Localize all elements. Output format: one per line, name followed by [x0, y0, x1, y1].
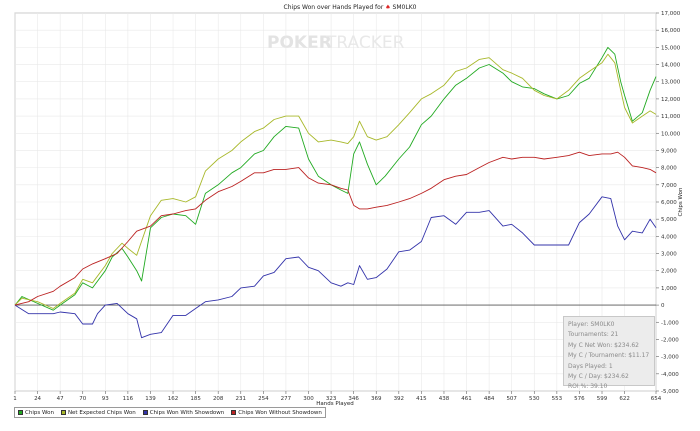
- legend-swatch: [142, 410, 148, 415]
- chart-legend: Chips Won Net Expected Chips Won Chips W…: [14, 407, 326, 418]
- y-tick-label: 3,000: [661, 252, 677, 258]
- stats-tournaments: Tournaments: 21: [568, 331, 619, 339]
- x-tick-label: 277: [281, 396, 292, 402]
- y-tick-label: 13,000: [661, 80, 681, 86]
- x-tick-label: 507: [506, 396, 517, 402]
- y-tick-label: 14,000: [661, 63, 681, 69]
- x-tick-label: 47: [57, 396, 64, 402]
- y-tick-label: -1,000: [661, 320, 679, 326]
- x-tick-label: 654: [651, 396, 662, 402]
- watermark-poker: POKER: [267, 33, 332, 53]
- legend-label: Chips Won Without Showdown: [238, 409, 322, 416]
- x-tick-label: 484: [484, 396, 495, 402]
- y-tick-label: 0: [661, 303, 665, 309]
- y-tick-label: -5,000: [661, 389, 679, 395]
- stats-box: Player: SM0LK0 Tournaments: 21 My C Net …: [563, 316, 655, 390]
- y-tick-label: 6,000: [661, 200, 677, 206]
- legend-label: Chips Won: [25, 409, 54, 416]
- x-tick-label: 208: [213, 396, 224, 402]
- legend-item-net-expected[interactable]: Net Expected Chips Won: [60, 409, 136, 416]
- y-tick-label: -2,000: [661, 337, 679, 343]
- legend-swatch: [231, 410, 237, 415]
- y-tick-label: 11,000: [661, 114, 681, 120]
- x-tick-label: 300: [303, 396, 314, 402]
- y-tick-label: 12,000: [661, 97, 681, 103]
- x-tick-label: 622: [619, 396, 630, 402]
- stats-per-tournament: My C / Tournament: $11.17: [568, 352, 650, 360]
- y-tick-label: 4,000: [661, 234, 677, 240]
- x-tick-label: 553: [552, 396, 563, 402]
- x-tick-label: 185: [190, 396, 201, 402]
- stats-days-played: Days Played: 1: [568, 362, 613, 370]
- y-tick-label: -3,000: [661, 355, 679, 361]
- x-tick-label: 93: [102, 396, 109, 402]
- y-tick-label: 7,000: [661, 183, 677, 189]
- x-tick-label: 576: [574, 396, 585, 402]
- legend-label: Net Expected Chips Won: [67, 409, 136, 416]
- x-tick-label: 369: [371, 396, 382, 402]
- x-tick-label: 231: [236, 396, 247, 402]
- y-tick-label: 17,000: [661, 11, 681, 17]
- x-tick-label: 116: [123, 396, 134, 402]
- legend-swatch: [18, 410, 23, 415]
- x-tick-label: 162: [168, 396, 179, 402]
- x-tick-label: 392: [394, 396, 405, 402]
- x-tick-label: 599: [597, 396, 608, 402]
- x-tick-label: 24: [34, 396, 41, 402]
- y-tick-label: 16,000: [661, 28, 681, 34]
- stats-net-won: My C Net Won: $234.62: [568, 341, 639, 349]
- y-tick-label: -4,000: [661, 372, 679, 378]
- legend-swatch: [60, 410, 66, 415]
- y-tick-label: 1,000: [661, 286, 677, 292]
- x-tick-label: 254: [258, 396, 269, 402]
- stats-player: Player: SM0LK0: [568, 321, 615, 328]
- y-tick-label: 8,000: [661, 166, 677, 172]
- y-tick-label: 2,000: [661, 269, 677, 275]
- legend-item-without-showdown[interactable]: Chips Won Without Showdown: [231, 410, 322, 416]
- legend-item-chips-won[interactable]: Chips Won: [18, 410, 54, 416]
- x-tick-label: 438: [439, 396, 450, 402]
- y-axis-title: Chips Won: [678, 187, 684, 216]
- y-tick-label: 9,000: [661, 148, 677, 154]
- y-tick-label: 15,000: [661, 45, 681, 51]
- legend-label: Chips Won With Showdown: [149, 409, 225, 416]
- x-tick-label: 70: [79, 396, 86, 402]
- watermark-tracker: TRACKER: [325, 33, 405, 53]
- stats-roi: ROI %: 39.10: [568, 383, 608, 391]
- legend-item-with-showdown[interactable]: Chips Won With Showdown: [142, 409, 225, 416]
- x-tick-label: 415: [416, 396, 427, 402]
- x-tick-label: 461: [461, 396, 472, 402]
- y-tick-label: 10,000: [661, 131, 681, 137]
- x-tick-label: 1: [13, 396, 17, 402]
- y-tick-label: 5,000: [661, 217, 677, 223]
- x-tick-label: 530: [529, 396, 540, 402]
- x-tick-label: 139: [145, 396, 156, 402]
- stats-per-day: My C / Day: $234.62: [568, 373, 629, 381]
